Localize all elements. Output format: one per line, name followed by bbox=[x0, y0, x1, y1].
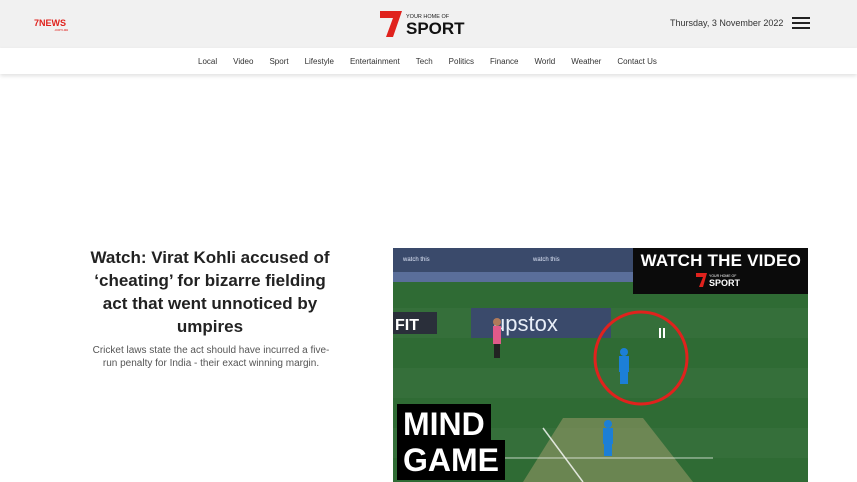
caption-game: GAME bbox=[397, 440, 505, 480]
section-nav: Local Video Sport Lifestyle Entertainmen… bbox=[0, 48, 857, 74]
nav-item-video[interactable]: Video bbox=[233, 57, 253, 66]
caption-mind: MIND bbox=[397, 404, 491, 444]
nav-item-local[interactable]: Local bbox=[198, 57, 217, 66]
nav-list: Local Video Sport Lifestyle Entertainmen… bbox=[198, 48, 673, 74]
nav-item-lifestyle[interactable]: Lifestyle bbox=[305, 57, 334, 66]
7news-logo[interactable]: 7NEWS .com.au bbox=[34, 17, 74, 33]
video-thumbnail[interactable]: watch this watch this FIT upstox WATCH T… bbox=[393, 248, 808, 482]
hamburger-menu-icon[interactable] bbox=[792, 17, 810, 31]
seven-mark bbox=[380, 11, 402, 37]
article-summary: Cricket laws state the act should have i… bbox=[92, 345, 330, 369]
nav-item-tech[interactable]: Tech bbox=[416, 57, 433, 66]
menu-line bbox=[792, 17, 810, 19]
nav-item-entertainment[interactable]: Entertainment bbox=[350, 57, 400, 66]
nav-item-finance[interactable]: Finance bbox=[490, 57, 518, 66]
board-fit: FIT bbox=[395, 317, 419, 334]
svg-text:watch this: watch this bbox=[532, 257, 560, 263]
brand-name: SPORT bbox=[406, 19, 465, 38]
7news-logo-sub: .com.au bbox=[54, 27, 68, 32]
watch-video-overlay[interactable]: WATCH THE VIDEO YOUR HOME OF SPORT bbox=[633, 248, 808, 294]
watch-video-title: WATCH THE VIDEO bbox=[640, 251, 801, 270]
7sport-overlay-logo: YOUR HOME OF SPORT bbox=[696, 273, 741, 288]
nav-item-world[interactable]: World bbox=[534, 57, 555, 66]
svg-text:SPORT: SPORT bbox=[709, 278, 741, 288]
menu-line bbox=[792, 27, 810, 29]
7sport-brand-logo[interactable]: YOUR HOME OF SPORT bbox=[380, 9, 480, 39]
board-upstox: upstox bbox=[493, 311, 558, 336]
nav-item-weather[interactable]: Weather bbox=[571, 57, 601, 66]
svg-text:watch this: watch this bbox=[402, 257, 430, 263]
nav-item-contact-us[interactable]: Contact Us bbox=[617, 57, 657, 66]
menu-line bbox=[792, 22, 810, 24]
article-headline[interactable]: Watch: Virat Kohli accused of ‘cheating’… bbox=[80, 246, 340, 338]
nav-item-politics[interactable]: Politics bbox=[449, 57, 474, 66]
current-date: Thursday, 3 November 2022 bbox=[670, 18, 784, 28]
nav-item-sport[interactable]: Sport bbox=[269, 57, 288, 66]
top-bar: 7NEWS .com.au YOUR HOME OF SPORT Thursda… bbox=[0, 0, 857, 48]
